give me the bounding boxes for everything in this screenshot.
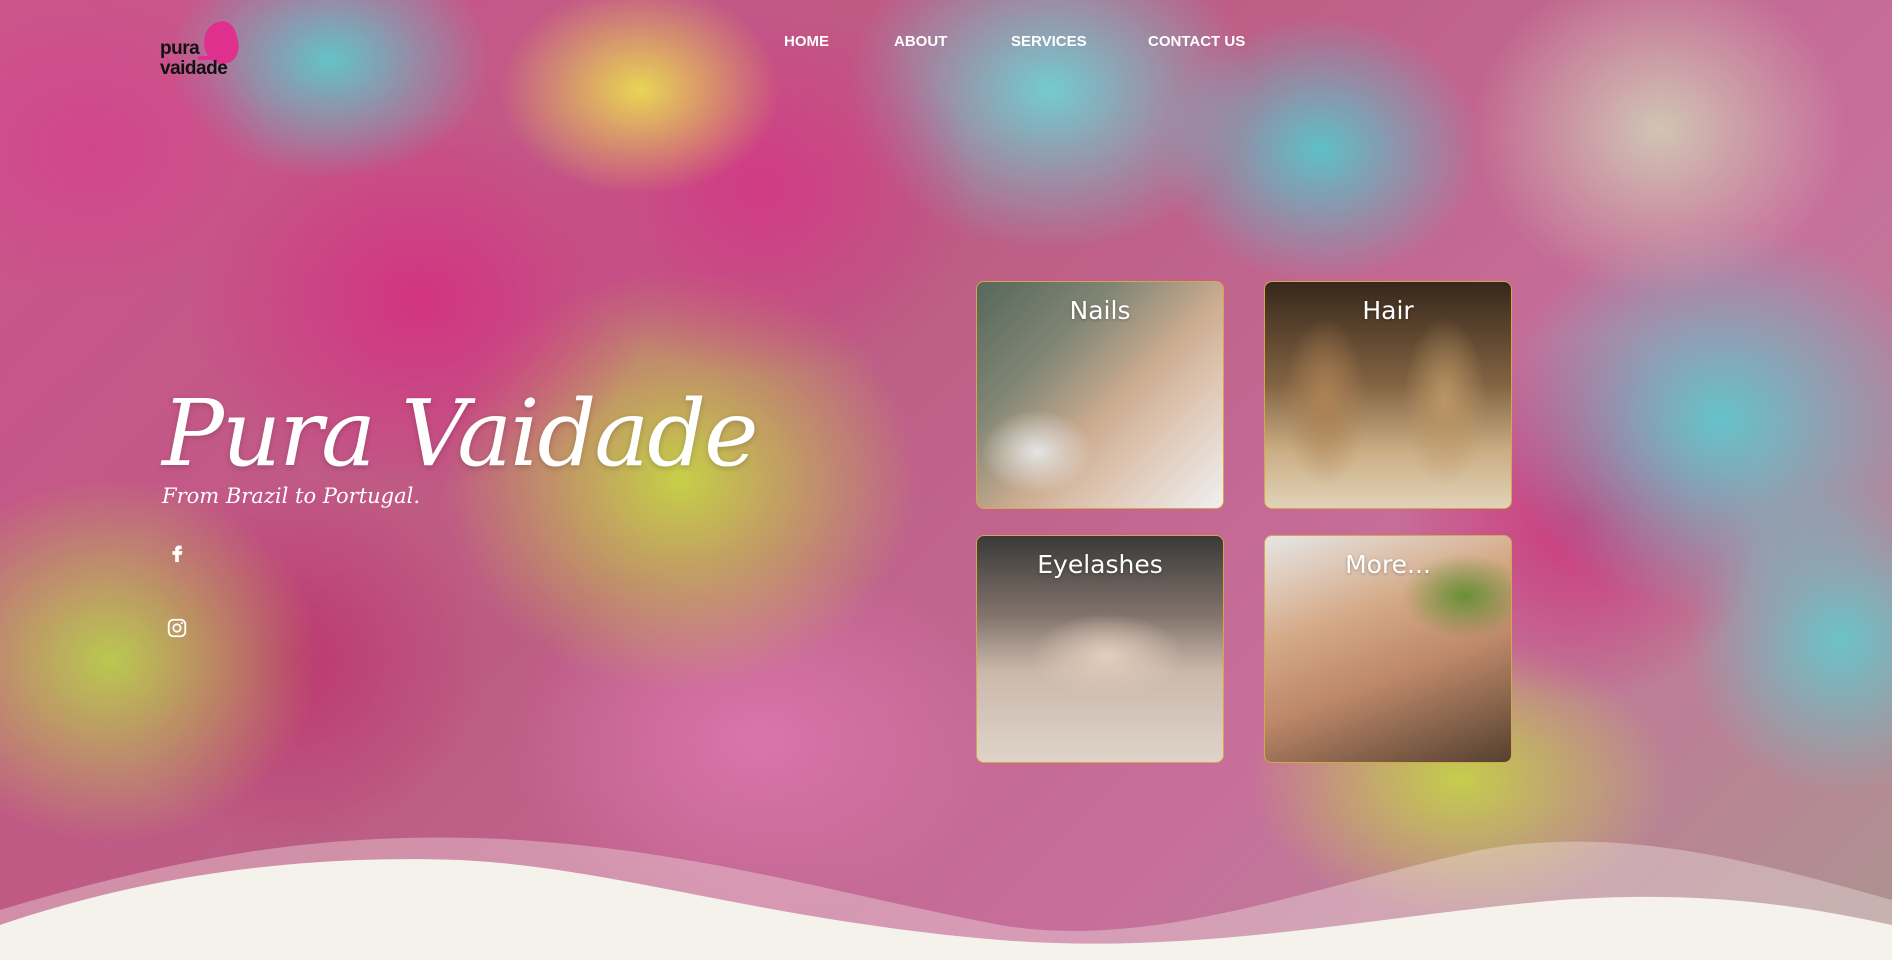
service-card-label: Nails bbox=[1069, 296, 1131, 325]
logo-text-line2: vaidade bbox=[160, 58, 228, 79]
service-card-label: Eyelashes bbox=[1037, 550, 1163, 579]
nav-contact[interactable]: CONTACT US bbox=[1148, 33, 1245, 50]
service-card-nails[interactable]: Nails bbox=[976, 281, 1224, 509]
hero-title: Pura Vaidade bbox=[162, 380, 759, 487]
logo[interactable]: pura vaidade bbox=[160, 18, 244, 82]
service-card-label: Hair bbox=[1362, 296, 1414, 325]
instagram-icon[interactable] bbox=[166, 617, 188, 639]
service-card-hair[interactable]: Hair bbox=[1264, 281, 1512, 509]
nav-home[interactable]: HOME bbox=[784, 33, 829, 50]
nav-services[interactable]: SERVICES bbox=[1011, 33, 1087, 50]
service-card-label: More... bbox=[1345, 550, 1431, 579]
logo-text-line1: pura bbox=[160, 38, 200, 59]
facebook-icon[interactable] bbox=[166, 542, 188, 564]
bottom-wave-divider bbox=[0, 837, 1892, 960]
service-card-more[interactable]: More... bbox=[1264, 535, 1512, 763]
service-card-eyelashes[interactable]: Eyelashes bbox=[976, 535, 1224, 763]
nav-about[interactable]: ABOUT bbox=[894, 33, 947, 50]
hero-subtitle: From Brazil to Portugal. bbox=[162, 484, 421, 508]
